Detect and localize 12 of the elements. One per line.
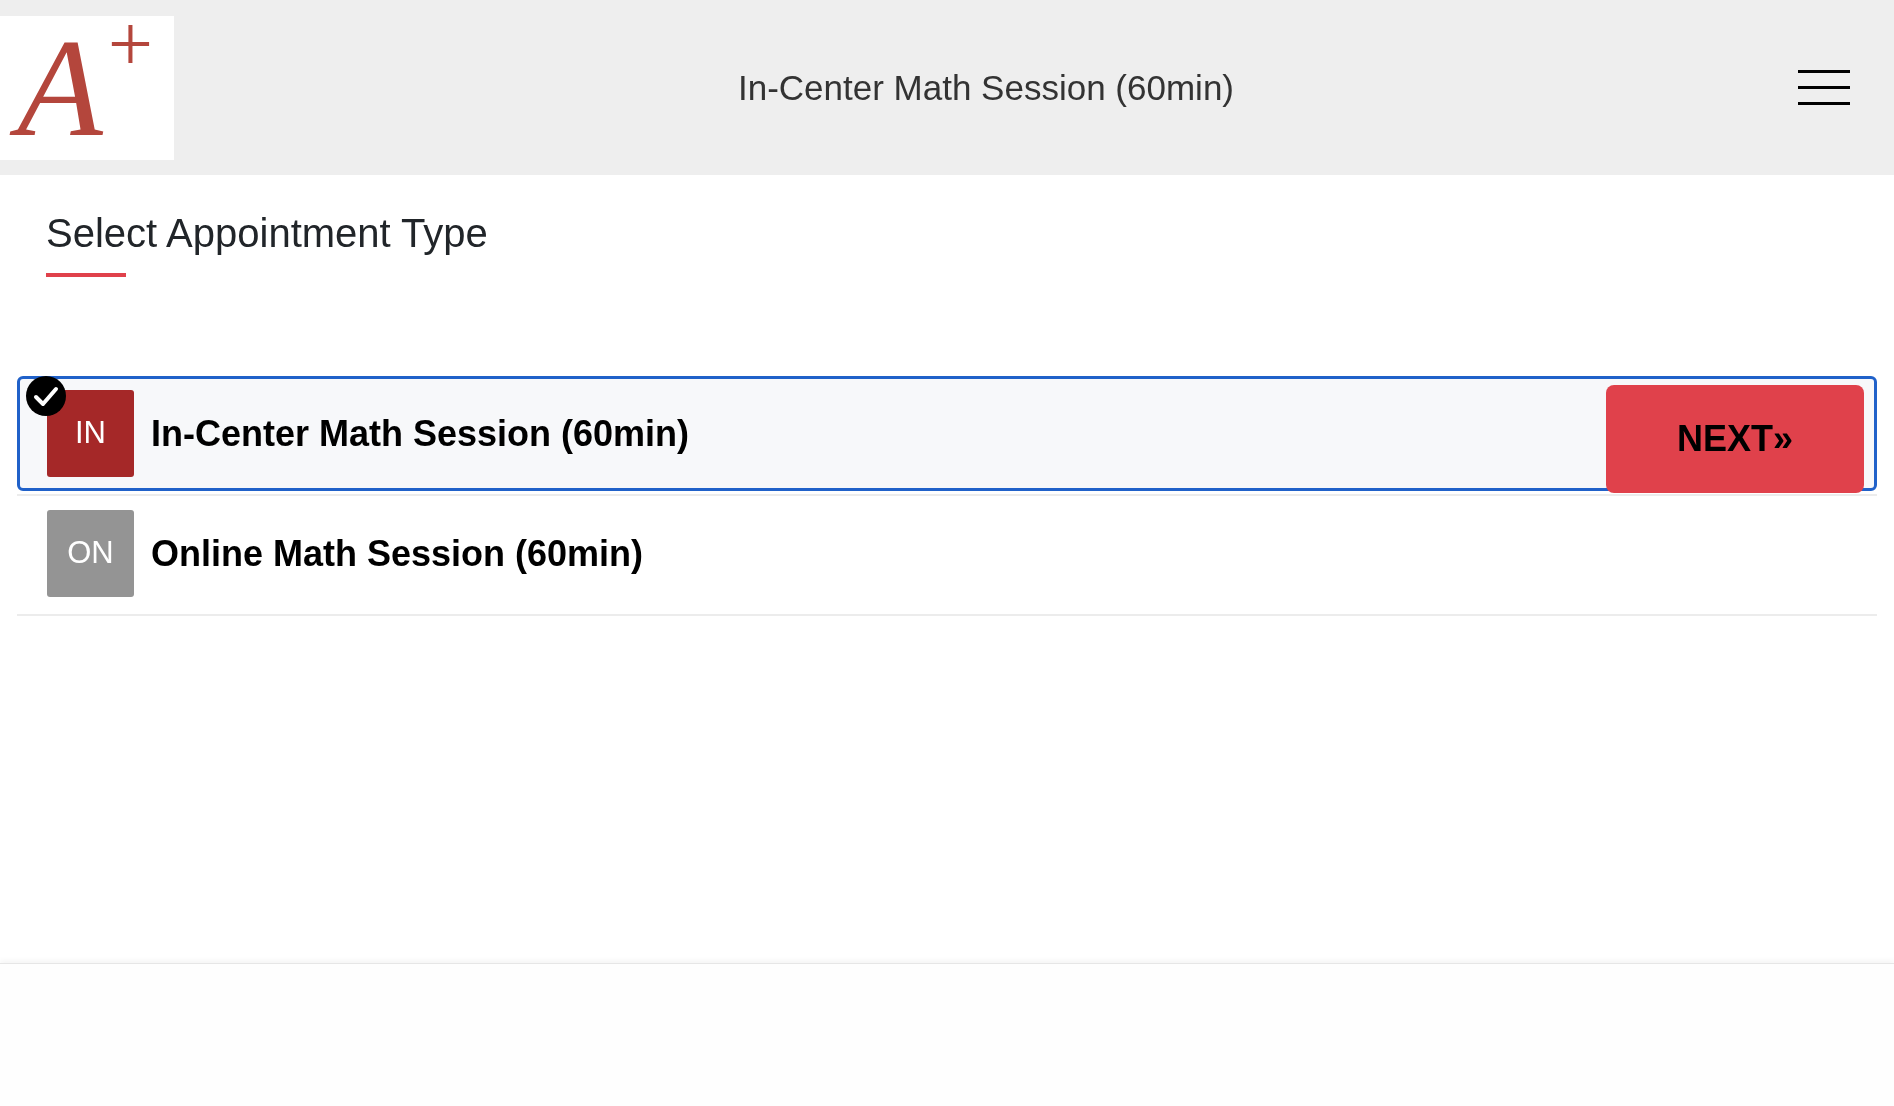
appointment-type-option[interactable]: IN In-Center Math Session (60min) NEXT» bbox=[17, 376, 1877, 491]
section-heading: Select Appointment Type bbox=[46, 213, 488, 253]
type-badge: ON bbox=[47, 510, 134, 597]
menu-icon bbox=[1798, 70, 1850, 105]
menu-button[interactable] bbox=[1798, 70, 1850, 105]
logo: A$^{+}$ bbox=[0, 15, 174, 160]
appointment-type-name: In-Center Math Session (60min) bbox=[151, 412, 690, 456]
page-title: In-Center Math Session (60min) bbox=[737, 66, 1234, 109]
type-badge: IN bbox=[47, 390, 134, 477]
check-icon bbox=[26, 376, 66, 416]
appointment-type-name: Online Math Session (60min) bbox=[151, 532, 644, 576]
next-button[interactable]: NEXT» bbox=[1606, 385, 1864, 493]
